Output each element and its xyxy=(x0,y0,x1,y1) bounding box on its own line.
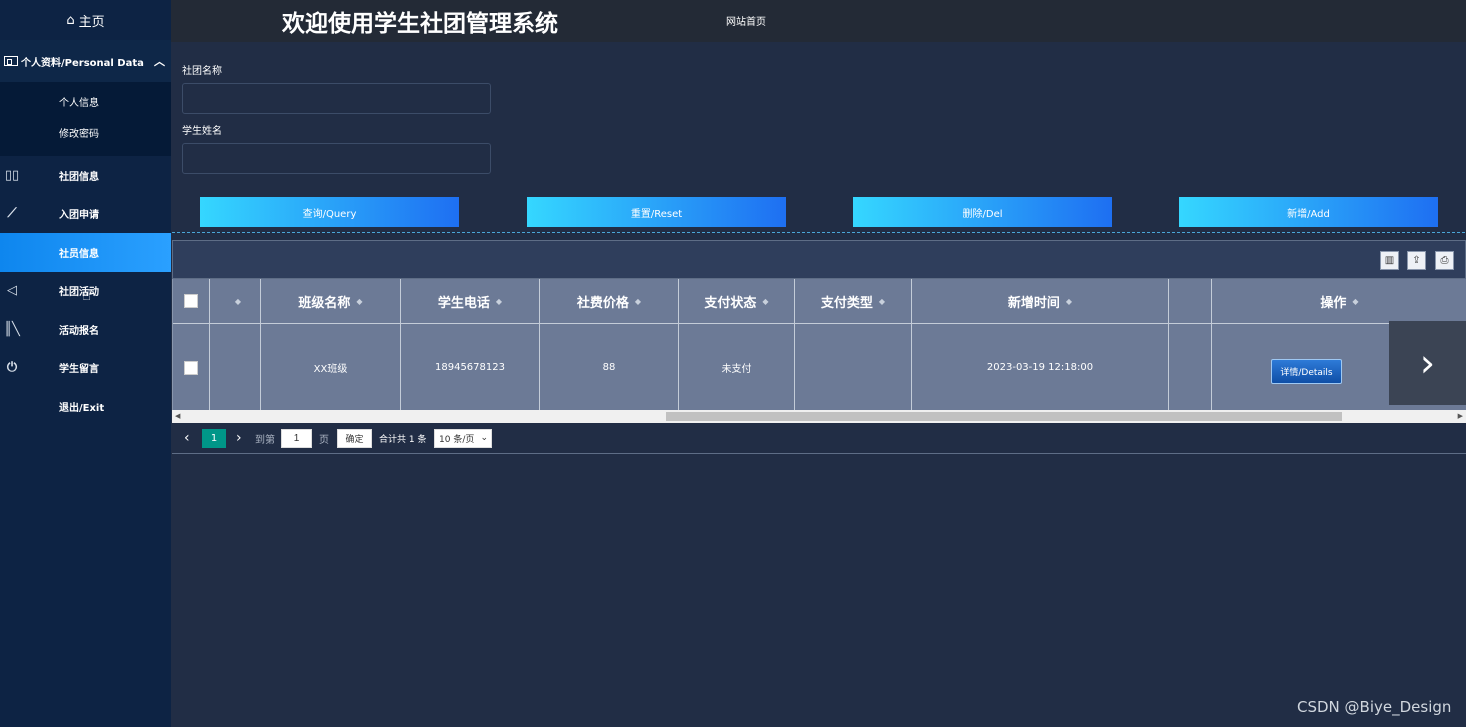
header: 欢迎使用学生社团管理系统 网站首页 xyxy=(171,0,1466,42)
sidebar-item-label: 社团活动 xyxy=(59,287,99,299)
chevron-right-icon[interactable]: › xyxy=(1389,321,1466,405)
sidebar-submenu: 个人信息 修改密码 xyxy=(0,82,171,156)
sidebar-item-join-application[interactable]: ⟋ 入团申请 xyxy=(0,195,171,234)
table-column-class-name: 班级名称 ◆ XX班级 xyxy=(261,279,401,410)
sidebar-item-club-info[interactable]: ▯▯ 社团信息 xyxy=(0,156,171,195)
sort-icon[interactable]: ◆ xyxy=(762,297,768,306)
ruler-icon: ⟋ xyxy=(7,206,17,221)
table-column-pay-type: 支付类型 ◆ xyxy=(795,279,912,410)
column-header[interactable]: 学生电话 xyxy=(438,292,490,311)
sidebar-item-exit[interactable]: 退出/Exit xyxy=(0,387,171,426)
horizontal-scrollbar[interactable]: ◀ ▶ xyxy=(172,410,1466,423)
row-checkbox[interactable] xyxy=(184,360,198,375)
column-header[interactable]: 班级名称 xyxy=(298,292,350,311)
sidebar-item-label: 学生留言 xyxy=(59,364,99,376)
pagination: ‹ 1 › 到第 页 确定 合计共 1 条 10 条/页 ⌄ xyxy=(172,423,1466,454)
sidebar-item-activity-signup[interactable]: ║╲ 活动报名 xyxy=(0,310,171,349)
club-name-input[interactable] xyxy=(182,83,491,114)
page-size-value: 10 条/页 xyxy=(439,435,475,445)
table-cell: 18945678123 xyxy=(435,362,505,373)
scrollbar-thumb[interactable] xyxy=(666,412,1342,421)
sidebar-item-change-password[interactable]: 修改密码 xyxy=(0,119,171,150)
sidebar-item-personal-info[interactable]: 个人信息 xyxy=(0,88,171,119)
prev-page-icon[interactable]: ‹ xyxy=(184,429,190,447)
sort-icon[interactable]: ◆ xyxy=(635,297,641,306)
column-header[interactable]: 社费价格 xyxy=(577,292,629,311)
sort-icon[interactable]: ◆ xyxy=(1352,297,1358,306)
watermark: CSDN @Biye_Design xyxy=(1297,698,1452,716)
page-size-select[interactable]: 10 条/页 ⌄ xyxy=(434,429,492,448)
send-icon: ◁ xyxy=(7,283,17,298)
power-icon: ⏻ xyxy=(6,360,18,375)
table-toolbar: ▥ ⇪ ⎙ xyxy=(172,240,1466,279)
sidebar-item-student-message[interactable]: ⏻ 学生留言 xyxy=(0,349,171,388)
sidebar-item-label: 活动报名 xyxy=(59,325,99,337)
sidebar-group-personal-data[interactable]: 个人资料/Personal Data ︿ xyxy=(0,40,171,82)
sidebar: ⌂ 主页 个人资料/Personal Data ︿ 个人信息 修改密码 ▯▯ 社… xyxy=(0,0,171,727)
sort-icon[interactable]: ◆ xyxy=(356,297,362,306)
page-unit-label: 页 xyxy=(319,434,329,446)
column-header[interactable]: 操作 xyxy=(1320,292,1346,311)
goto-page-input[interactable] xyxy=(281,429,312,448)
table-column-checkbox xyxy=(173,279,210,410)
select-all-checkbox[interactable] xyxy=(184,294,198,308)
goto-confirm-button[interactable]: 确定 xyxy=(337,429,372,448)
site-home-link[interactable]: 网站首页 xyxy=(726,13,766,28)
sidebar-item-member-info[interactable]: 社员信息 xyxy=(0,233,171,272)
divider xyxy=(172,232,1465,233)
column-header[interactable]: 支付状态 xyxy=(704,292,756,311)
sidebar-home[interactable]: ⌂ 主页 xyxy=(0,0,171,40)
sort-icon[interactable]: ◆ xyxy=(496,297,502,306)
chevron-down-icon: ⌄ xyxy=(480,433,488,443)
total-count: 合计共 1 条 xyxy=(379,434,427,445)
table-column-created: 新增时间 ◆ 2023-03-19 12:18:00 xyxy=(912,279,1169,410)
home-icon: ⌂ xyxy=(66,12,75,28)
details-button[interactable]: 详情/Details xyxy=(1271,359,1342,384)
sidebar-item-label: 退出/Exit xyxy=(59,402,105,414)
chevron-up-icon: ︿ xyxy=(154,55,165,68)
page-title: 欢迎使用学生社团管理系统 xyxy=(282,11,558,37)
query-button[interactable]: 查询/Query xyxy=(200,197,459,227)
sort-icon[interactable]: ◆ xyxy=(879,297,885,306)
column-header[interactable]: 支付类型 xyxy=(821,292,873,311)
scroll-right-icon[interactable]: ▶ xyxy=(1458,412,1463,420)
library-icon: ║╲ xyxy=(4,321,20,337)
export-icon[interactable]: ⇪ xyxy=(1407,251,1426,270)
table-column-fee: 社费价格 ◆ 88 xyxy=(540,279,679,410)
table-column-partial: ◆ xyxy=(210,279,261,410)
table-cell: 未支付 xyxy=(721,364,752,375)
sort-icon[interactable]: ◆ xyxy=(235,297,241,306)
reset-button[interactable]: 重置/Reset xyxy=(527,197,786,227)
scroll-left-icon[interactable]: ◀ xyxy=(175,412,180,420)
delete-button[interactable]: 删除/Del xyxy=(853,197,1112,227)
book-icon: ▯▯ xyxy=(4,167,20,183)
sidebar-item-label: 入团申请 xyxy=(59,210,99,222)
column-header[interactable]: 新增时间 xyxy=(1008,292,1060,311)
page-current[interactable]: 1 xyxy=(202,429,226,448)
table-cell: 2023-03-19 12:18:00 xyxy=(986,362,1094,373)
next-page-icon[interactable]: › xyxy=(236,429,242,447)
table-column-status: 支付状态 ◆ 未支付 xyxy=(679,279,795,410)
sort-icon[interactable]: ◆ xyxy=(1066,297,1072,306)
hand-cursor-icon: ☝ xyxy=(82,286,92,304)
goto-label: 到第 xyxy=(255,434,275,446)
sidebar-item-label: 社团信息 xyxy=(59,171,99,183)
sidebar-home-label: 主页 xyxy=(78,14,105,30)
club-name-label: 社团名称 xyxy=(182,66,222,77)
table-cell: 88 xyxy=(602,362,616,373)
data-table: ◆ 班级名称 ◆ XX班级 学生电话 ◆ 18945678123 社费价格 ◆ 88 … xyxy=(172,279,1466,410)
table-column-phone: 学生电话 ◆ 18945678123 xyxy=(401,279,540,410)
table-cell xyxy=(795,325,911,410)
sidebar-group-label: 个人资料/Personal Data xyxy=(21,57,144,69)
table-column-spacer xyxy=(1169,279,1212,410)
print-icon[interactable]: ⎙ xyxy=(1435,251,1454,270)
student-name-label: 学生姓名 xyxy=(182,126,222,137)
student-name-input[interactable] xyxy=(182,143,491,174)
table-cell: XX班级 xyxy=(313,364,348,375)
sidebar-item-label: 社员信息 xyxy=(59,248,99,260)
add-button[interactable]: 新增/Add xyxy=(1179,197,1438,227)
id-card-icon xyxy=(4,56,18,66)
columns-icon[interactable]: ▥ xyxy=(1380,251,1399,270)
